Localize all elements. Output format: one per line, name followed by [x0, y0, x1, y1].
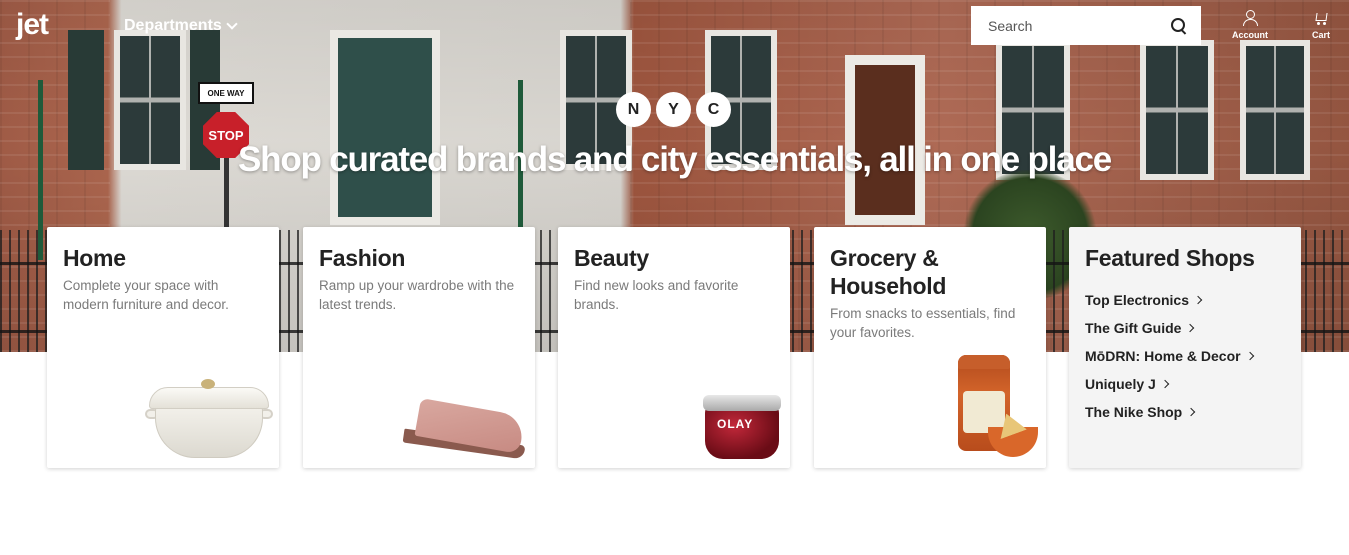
card-description: Find new looks and favorite brands. [574, 278, 739, 312]
cart-button[interactable]: Cart [1312, 10, 1330, 40]
account-label: Account [1232, 30, 1268, 40]
category-card-fashion[interactable]: Fashion Ramp up your wardrobe with the l… [303, 227, 535, 468]
featured-link-uniquely-j[interactable]: Uniquely J [1085, 370, 1285, 398]
card-title: Featured Shops [1085, 245, 1255, 271]
category-card-home[interactable]: Home Complete your space with modern fur… [47, 227, 279, 468]
card-description: Complete your space with modern furnitur… [63, 278, 229, 312]
building-door [330, 30, 440, 225]
category-card-grocery-household[interactable]: Grocery & Household From snacks to essen… [814, 227, 1046, 468]
card-title: Fashion [319, 245, 406, 271]
search-input[interactable] [988, 17, 1171, 34]
chevron-right-icon [1193, 295, 1203, 305]
featured-link-gift-guide[interactable]: The Gift Guide [1085, 314, 1285, 342]
departments-label: Departments [124, 17, 222, 34]
cart-icon [1313, 10, 1329, 27]
nyc-badge-y: Y [656, 92, 691, 127]
hero-headline: Shop curated brands and city essentials,… [238, 140, 1112, 179]
search-icon[interactable] [1171, 17, 1187, 34]
moisturizer-jar-image: OLAY [703, 395, 783, 461]
salsa-jar-image [954, 355, 1040, 463]
jet-logo[interactable]: jet [16, 10, 49, 40]
departments-menu-button[interactable]: Departments [124, 17, 238, 35]
nyc-badge-c: C [696, 92, 731, 127]
featured-link-nike-shop[interactable]: The Nike Shop [1085, 398, 1285, 426]
featured-shops-card: Featured Shops Top Electronics The Gift … [1069, 227, 1301, 468]
chevron-right-icon [1245, 351, 1254, 361]
card-title: Beauty [574, 245, 649, 271]
account-icon [1242, 10, 1258, 27]
account-button[interactable]: Account [1232, 10, 1268, 40]
card-description: From snacks to essentials, find your fav… [830, 306, 1016, 340]
dutch-oven-image [145, 375, 273, 463]
card-title: Home [63, 245, 126, 271]
featured-shops-list: Top Electronics The Gift Guide MōDRN: Ho… [1085, 286, 1285, 426]
site-header: jet Departments Account Cart [0, 0, 1349, 52]
search-bar [971, 6, 1201, 45]
card-title: Grocery & Household [830, 245, 947, 299]
card-description: Ramp up your wardrobe with the latest tr… [319, 278, 515, 312]
one-way-sign: ONE WAY [198, 82, 254, 104]
featured-link-modrn-home-decor[interactable]: MōDRN: Home & Decor [1085, 342, 1285, 370]
chevron-right-icon [1186, 407, 1196, 417]
nyc-badge-n: N [616, 92, 651, 127]
featured-link-top-electronics[interactable]: Top Electronics [1085, 286, 1285, 314]
jar-brand-label: OLAY [717, 417, 754, 431]
chevron-right-icon [1186, 323, 1195, 333]
mule-shoe-image [399, 398, 527, 460]
nyc-badges: N Y C [616, 92, 731, 127]
cart-label: Cart [1312, 30, 1331, 40]
chevron-right-icon [1160, 379, 1170, 389]
chevron-down-icon [226, 17, 238, 30]
category-card-beauty[interactable]: Beauty Find new looks and favorite brand… [558, 227, 790, 468]
